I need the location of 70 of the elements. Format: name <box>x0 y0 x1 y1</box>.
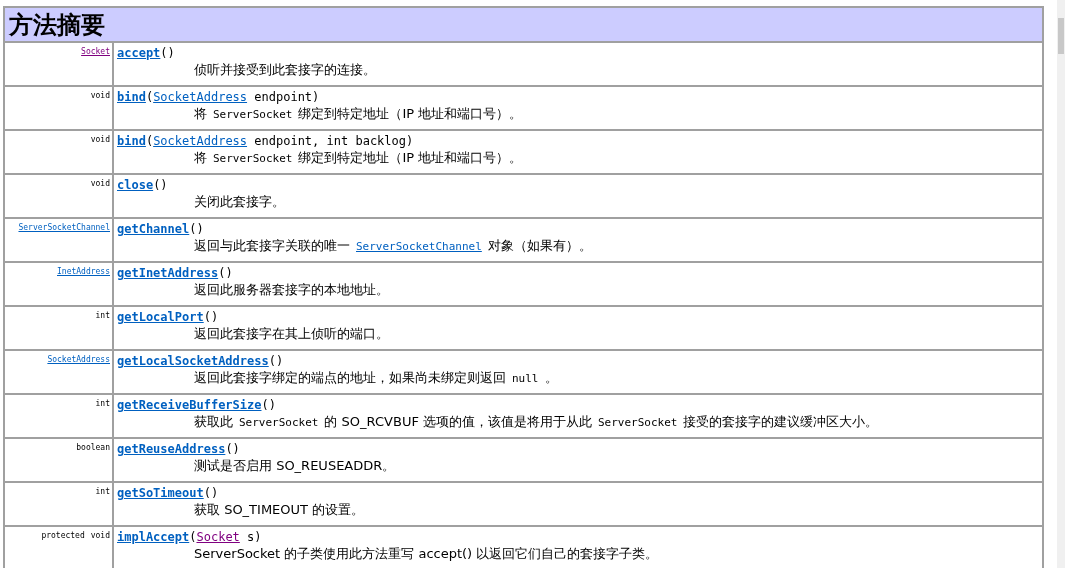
code-text: ServerSocket <box>213 108 293 121</box>
type-keyword: protected <box>41 531 85 540</box>
description-text: 获取此 <box>194 413 233 431</box>
description-text: 返回此服务器套接字的本地地址。 <box>194 281 389 299</box>
scrollbar-thumb[interactable] <box>1058 18 1064 54</box>
method-link[interactable]: getReuseAddress <box>117 442 226 456</box>
method-link[interactable]: bind <box>117 90 146 104</box>
parameter-text: () <box>203 486 219 500</box>
code-text: null <box>512 372 539 385</box>
class-link[interactable]: ServerSocketChannel <box>356 240 482 253</box>
type-link[interactable]: Socket <box>196 530 240 544</box>
parameter-text: ( <box>189 530 197 544</box>
description-text: 将 <box>194 149 207 167</box>
method-link[interactable]: getLocalPort <box>117 310 204 324</box>
parameter-text: () <box>203 310 219 324</box>
code-text: ServerSocket <box>598 416 678 429</box>
method-link[interactable]: bind <box>117 134 146 148</box>
description-text: 将 <box>194 105 207 123</box>
type-keyword: int <box>95 487 110 496</box>
parameter-text: () <box>268 354 284 368</box>
type-keyword: boolean <box>76 443 110 452</box>
method-link[interactable]: getReceiveBufferSize <box>117 398 262 412</box>
method-link[interactable]: implAccept <box>117 530 190 544</box>
section-title: 方法摘要 <box>9 9 105 41</box>
type-link[interactable]: ServerSocketChannel <box>18 223 110 232</box>
parameter-text: () <box>153 178 168 192</box>
type-keyword: void <box>90 179 110 188</box>
description-text: ServerSocket 的子类使用此方法重写 accept() 以返回它们自己的套接字子类。 <box>194 545 659 563</box>
parameter-text: () <box>225 442 240 456</box>
method-link[interactable]: getSoTimeout <box>117 486 204 500</box>
parameter-text: () <box>261 398 276 412</box>
description-text: 测试是否启用 SO_REUSEADDR。 <box>194 457 396 475</box>
method-link[interactable]: accept <box>117 46 161 60</box>
code-text: ServerSocket <box>213 152 293 165</box>
description-text: 返回此套接字绑定的端点的地址，如果尚未绑定则返回 <box>194 369 506 387</box>
type-link[interactable]: SocketAddress <box>47 355 110 364</box>
method-link[interactable]: getInetAddress <box>117 266 219 280</box>
type-keyword: int <box>95 399 110 408</box>
parameter-text: ( <box>145 90 154 104</box>
description-text: 返回此套接字在其上侦听的端口。 <box>194 325 389 343</box>
parameter-text: () <box>189 222 204 236</box>
description-text: 接受的套接字的建议缓冲区大小。 <box>683 413 879 431</box>
type-link[interactable]: Socket <box>81 47 110 56</box>
type-link[interactable]: SocketAddress <box>153 134 248 148</box>
description-text: 的 SO_RCVBUF 选项的值，该值是将用于从此 <box>324 413 592 431</box>
type-keyword: void <box>90 135 110 144</box>
type-link[interactable]: InetAddress <box>57 267 110 276</box>
description-text: 绑定到特定地址（IP 地址和端口号）。 <box>298 105 523 123</box>
parameter-text: endpoint, int backlog) <box>253 134 414 148</box>
parameter-text: () <box>218 266 233 280</box>
method-link[interactable]: getLocalSocketAddress <box>117 354 269 368</box>
parameter-text: ( <box>145 134 154 148</box>
description-text: 绑定到特定地址（IP 地址和端口号）。 <box>298 149 523 167</box>
description-text: 。 <box>544 369 558 387</box>
type-keyword: void <box>90 91 110 100</box>
description-text: 关闭此套接字。 <box>194 193 285 211</box>
type-keyword: int <box>95 311 110 320</box>
parameter-text: endpoint) <box>253 90 320 104</box>
parameter-text: () <box>160 46 175 60</box>
type-link[interactable]: SocketAddress <box>153 90 248 104</box>
code-text: ServerSocket <box>239 416 319 429</box>
method-link[interactable]: close <box>117 178 154 192</box>
description-text: 对象（如果有）。 <box>487 237 592 255</box>
type-keyword: void <box>90 531 110 540</box>
method-link[interactable]: getChannel <box>117 222 190 236</box>
description-text: 获取 SO_TIMEOUT 的设置。 <box>194 501 365 519</box>
description-text: 侦听并接受到此套接字的连接。 <box>194 61 376 79</box>
scrollbar[interactable] <box>1057 0 1065 568</box>
description-text: 返回与此套接字关联的唯一 <box>194 237 350 255</box>
parameter-text: s) <box>246 530 262 544</box>
